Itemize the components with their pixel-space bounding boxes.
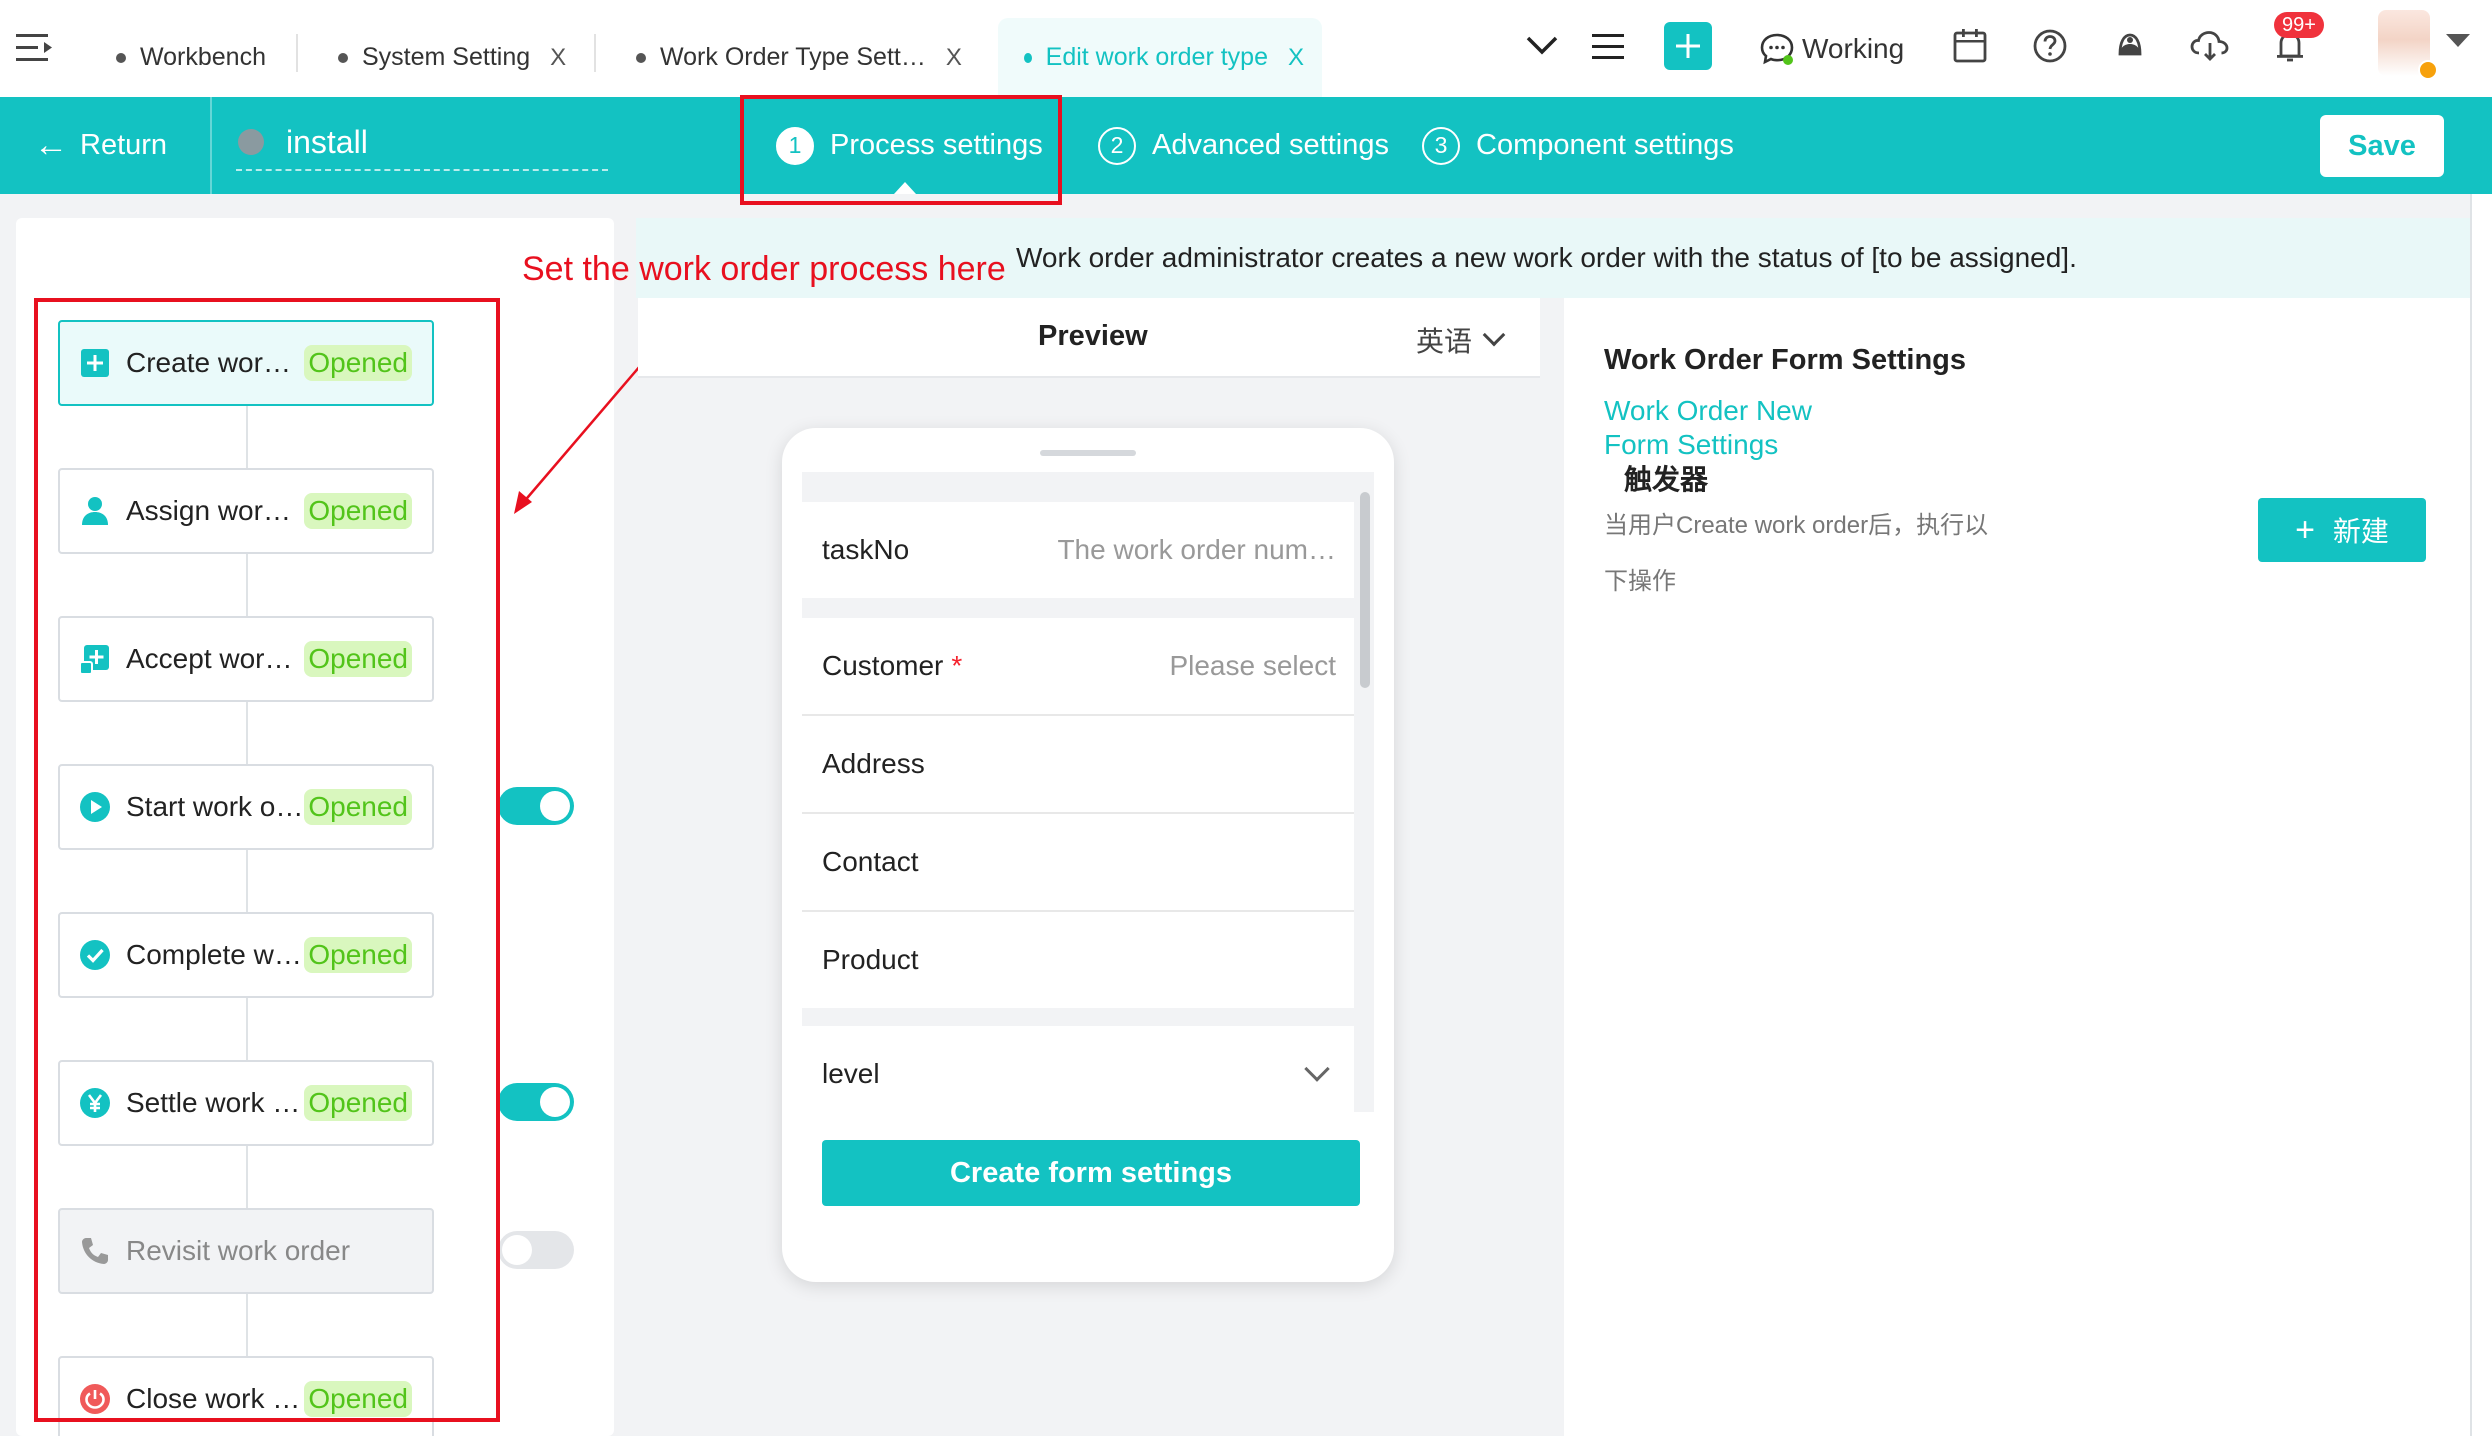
tab-divider xyxy=(296,34,298,72)
form-field-level[interactable]: level xyxy=(802,1026,1354,1112)
field-placeholder: The work order num… xyxy=(1057,534,1336,565)
chevron-down-icon xyxy=(1304,1056,1330,1082)
window-edge xyxy=(2470,194,2492,1436)
tab-dot xyxy=(636,52,646,63)
status-dot xyxy=(2418,60,2438,80)
step-advanced-settings[interactable]: 2 Advanced settings xyxy=(1098,97,1389,194)
phone-screen: taskNo The work order num… Customer * Pl… xyxy=(802,472,1374,1112)
field-label: taskNo xyxy=(822,534,910,565)
arrow-left-icon: ← xyxy=(34,126,68,164)
service-icon[interactable] xyxy=(2104,20,2156,72)
page: Workbench System Setting X Work Order Ty… xyxy=(0,0,2492,1436)
create-form-settings-button[interactable]: Create form settings xyxy=(822,1140,1360,1206)
field-label: level xyxy=(822,1058,880,1089)
help-icon[interactable] xyxy=(2024,20,2076,72)
form-field-contact[interactable]: Contact xyxy=(802,814,1354,910)
form-field-address[interactable]: Address xyxy=(802,716,1354,812)
step-label: Advanced settings xyxy=(1152,129,1389,161)
tab-strip: Workbench System Setting X Work Order Ty… xyxy=(0,0,2492,97)
step-label: Component settings xyxy=(1476,129,1734,161)
type-name-value: install xyxy=(286,123,368,160)
notification-badge: 99+ xyxy=(2274,12,2324,38)
type-name-field[interactable]: install xyxy=(236,115,608,171)
working-label: Working xyxy=(1802,33,1905,64)
settle-node-toggle[interactable] xyxy=(498,1083,574,1121)
save-button[interactable]: Save xyxy=(2320,115,2444,177)
scrollbar[interactable] xyxy=(1360,492,1370,688)
annotation-highlight-process xyxy=(34,298,500,1422)
tab-system-setting[interactable]: System Setting X xyxy=(320,18,584,97)
tab-label: System Setting xyxy=(362,43,531,71)
revisit-node-toggle[interactable] xyxy=(498,1231,574,1269)
field-label: Address xyxy=(822,748,925,779)
phone-mockup: taskNo The work order num… Customer * Pl… xyxy=(782,428,1394,1282)
step-number: 2 xyxy=(1098,126,1136,165)
working-status[interactable]: Working xyxy=(1758,28,1904,70)
preview-panel: Preview 英语 taskNo The work order num… Cu… xyxy=(638,298,1540,1436)
form-field-product[interactable]: Product xyxy=(802,912,1354,1008)
step-component-settings[interactable]: 3 Component settings xyxy=(1422,97,1734,194)
chat-status-icon xyxy=(1760,33,1794,65)
preview-title: Preview xyxy=(1038,320,1148,352)
calendar-icon[interactable] xyxy=(1944,20,1996,72)
new-trigger-button[interactable]: + 新建 xyxy=(2258,498,2426,562)
tab-workbench[interactable]: Workbench xyxy=(98,18,284,97)
tab-work-order-type-settings[interactable]: Work Order Type Sett… X xyxy=(618,18,980,97)
field-label: Product xyxy=(822,944,919,975)
preview-header: Preview 英语 xyxy=(638,298,1540,378)
cloud-download-icon[interactable] xyxy=(2184,20,2236,72)
settings-title: Work Order Form Settings xyxy=(1604,344,1967,376)
required-mark: * xyxy=(951,650,963,681)
tab-dot xyxy=(1024,52,1032,63)
tab-close-icon[interactable]: X xyxy=(946,44,962,72)
return-label: Return xyxy=(80,129,168,161)
user-menu-caret-icon[interactable] xyxy=(2446,34,2470,47)
field-placeholder: Please select xyxy=(1169,650,1336,681)
tab-close-icon[interactable]: X xyxy=(1288,44,1304,72)
chevron-down-icon xyxy=(1482,323,1506,347)
language-value: 英语 xyxy=(1416,326,1473,357)
trigger-heading: 触发器 xyxy=(1624,464,1709,495)
tab-edit-work-order-type[interactable]: Edit work order type X xyxy=(998,18,1322,97)
plus-icon: + xyxy=(2295,510,2315,549)
plus-icon xyxy=(1676,34,1700,58)
tab-close-icon[interactable]: X xyxy=(550,44,566,72)
new-button-label: 新建 xyxy=(2332,516,2389,547)
form-settings-panel: Work Order Form Settings Work Order New … xyxy=(1564,298,2470,1436)
annotation-text: Set the work order process here xyxy=(522,250,1006,288)
field-label: Customer xyxy=(822,650,944,681)
tab-label: Work Order Type Sett… xyxy=(660,43,926,71)
field-label: Contact xyxy=(822,846,919,877)
form-settings-link[interactable]: Work Order New Form Settings xyxy=(1604,394,1864,462)
banner-text: Work order administrator creates a new w… xyxy=(1016,242,2077,273)
tab-divider xyxy=(594,34,596,72)
trigger-description: 当用户Create work order后，执行以下操作 xyxy=(1604,512,1989,595)
annotation-highlight-step xyxy=(740,95,1062,205)
editor-header: ← Return install 1 Process settings 2 Ad… xyxy=(0,97,2492,194)
list-menu-icon[interactable] xyxy=(1582,20,1634,72)
tab-dot xyxy=(116,52,126,63)
chevron-down-icon[interactable] xyxy=(1516,20,1568,72)
type-color-dot[interactable] xyxy=(238,129,264,155)
add-button[interactable] xyxy=(1664,22,1712,70)
return-button[interactable]: ← Return xyxy=(0,97,212,194)
tab-label: Workbench xyxy=(140,43,266,71)
phone-notch xyxy=(1040,450,1136,456)
step-number: 3 xyxy=(1422,126,1460,165)
language-select[interactable]: 英语 xyxy=(1416,320,1506,360)
menu-toggle-icon[interactable] xyxy=(14,30,54,66)
start-node-toggle[interactable] xyxy=(498,787,574,825)
form-field-customer[interactable]: Customer * Please select xyxy=(802,618,1354,714)
tab-label: Edit work order type xyxy=(1045,43,1268,71)
tab-dot xyxy=(338,52,348,63)
form-field-taskno[interactable]: taskNo The work order num… xyxy=(802,502,1354,598)
